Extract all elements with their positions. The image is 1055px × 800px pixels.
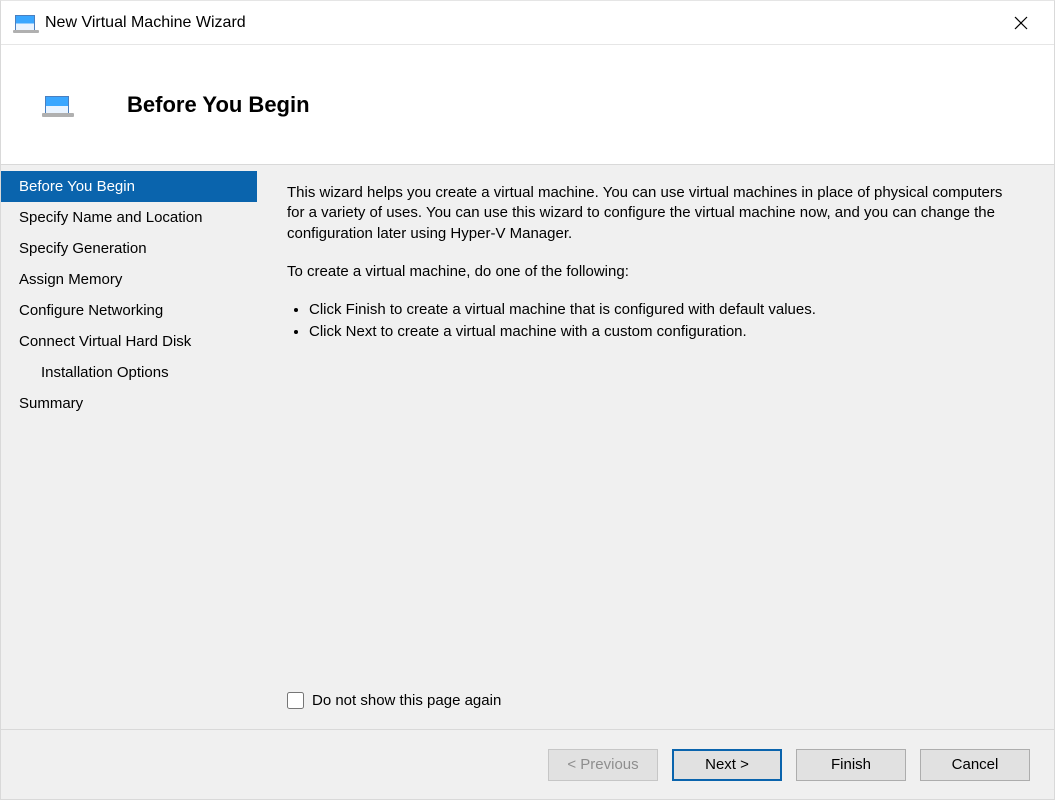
wizard-header: Before You Begin — [1, 45, 1054, 165]
next-button[interactable]: Next > — [672, 749, 782, 781]
instruction-paragraph: To create a virtual machine, do one of t… — [287, 262, 1024, 282]
vm-wizard-header-icon — [45, 96, 69, 114]
step-specify-generation[interactable]: Specify Generation — [1, 233, 257, 264]
window-title: New Virtual Machine Wizard — [45, 14, 998, 32]
step-connect-vhd[interactable]: Connect Virtual Hard Disk — [1, 326, 257, 357]
do-not-show-label: Do not show this page again — [312, 692, 501, 709]
titlebar: New Virtual Machine Wizard — [1, 1, 1054, 45]
finish-button[interactable]: Finish — [796, 749, 906, 781]
close-button[interactable] — [998, 7, 1044, 39]
intro-paragraph: This wizard helps you create a virtual m… — [287, 183, 1024, 244]
step-assign-memory[interactable]: Assign Memory — [1, 264, 257, 295]
cancel-button[interactable]: Cancel — [920, 749, 1030, 781]
wizard-footer: < Previous Next > Finish Cancel — [1, 729, 1054, 799]
content-spacer — [287, 363, 1024, 693]
wizard-steps-sidebar: Before You Begin Specify Name and Locati… — [1, 165, 257, 729]
wizard-window: New Virtual Machine Wizard Before You Be… — [0, 0, 1055, 800]
bullet-finish: Click Finish to create a virtual machine… — [309, 300, 1024, 320]
vm-wizard-icon — [15, 15, 35, 31]
bullet-next: Click Next to create a virtual machine w… — [309, 322, 1024, 342]
previous-button: < Previous — [548, 749, 658, 781]
step-installation-options[interactable]: Installation Options — [1, 357, 257, 388]
step-specify-name-location[interactable]: Specify Name and Location — [1, 202, 257, 233]
wizard-content: This wizard helps you create a virtual m… — [257, 165, 1054, 729]
do-not-show-row[interactable]: Do not show this page again — [287, 692, 1024, 709]
step-configure-networking[interactable]: Configure Networking — [1, 295, 257, 326]
wizard-body: Before You Begin Specify Name and Locati… — [1, 165, 1054, 729]
step-before-you-begin[interactable]: Before You Begin — [1, 171, 257, 202]
instruction-list: Click Finish to create a virtual machine… — [309, 300, 1024, 345]
page-title: Before You Begin — [127, 92, 310, 118]
close-icon — [1014, 16, 1028, 30]
step-summary[interactable]: Summary — [1, 388, 257, 419]
do-not-show-checkbox[interactable] — [287, 692, 304, 709]
